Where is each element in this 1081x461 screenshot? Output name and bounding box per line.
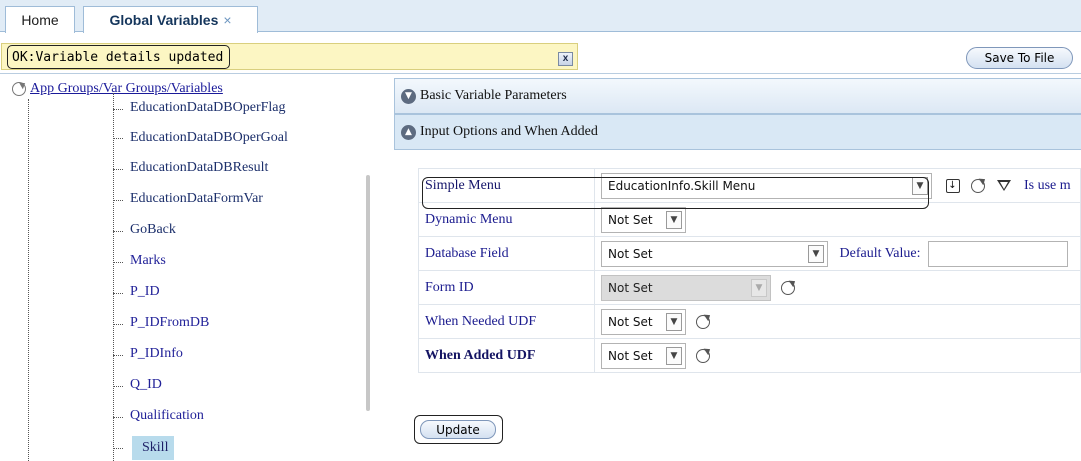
form-row-when-needed-udf: When Needed UDF Not Set ▼: [418, 304, 1081, 339]
chevron-down-icon: ▼: [751, 278, 767, 297]
tree-item-p-idinfo[interactable]: P_IDInfo: [130, 343, 183, 365]
tree-root-label[interactable]: App Groups/Var Groups/Variables: [30, 81, 223, 97]
tree-connector: [28, 99, 29, 461]
tree-branch: [113, 355, 123, 356]
form-id-cell: Not Set ▼: [594, 270, 1081, 305]
tab-home[interactable]: Home: [5, 6, 75, 33]
download-icon[interactable]: ↓: [944, 177, 962, 195]
database-field-cell: Not Set ▼ Default Value:: [594, 236, 1081, 271]
simple-menu-cell: EducationInfo.Skill Menu ▼ ↓ Is use m: [594, 168, 1081, 203]
tree-item-p-id[interactable]: P_ID: [130, 281, 160, 303]
tree-branch: [113, 109, 123, 110]
form-row-simple-menu: Simple Menu EducationInfo.Skill Menu ▼ ↓…: [418, 168, 1081, 203]
tree-branch: [113, 200, 123, 201]
tree-branch: [113, 138, 123, 139]
chevron-down-icon: ▼: [808, 244, 824, 263]
tree-branch: [113, 448, 123, 449]
tab-global-variables[interactable]: Global Variables ×: [83, 6, 258, 33]
form-id-label: Form ID: [418, 270, 595, 305]
form-row-when-added-udf: When Added UDF Not Set ▼: [418, 338, 1081, 373]
refresh-icon[interactable]: [969, 177, 987, 195]
input-options-form: Simple Menu EducationInfo.Skill Menu ▼ ↓…: [418, 168, 1081, 373]
when-added-udf-value: Not Set: [608, 348, 653, 363]
tree-branch: [113, 324, 123, 325]
tab-global-variables-label: Global Variables: [109, 12, 219, 28]
when-needed-udf-cell: Not Set ▼: [594, 304, 1081, 339]
chevron-down-icon: ▼: [401, 88, 416, 104]
tree-item-goback[interactable]: GoBack: [130, 219, 176, 241]
form-row-form-id: Form ID Not Set ▼: [418, 270, 1081, 305]
tree-scrollbar[interactable]: [366, 175, 370, 411]
dynamic-menu-label: Dynamic Menu: [418, 202, 595, 237]
tab-close-icon[interactable]: ×: [223, 12, 231, 28]
tree-branch: [113, 417, 123, 418]
chevron-down-icon: ▼: [912, 176, 928, 195]
simple-menu-help: Is use m: [1024, 177, 1071, 193]
database-field-value: Not Set: [608, 246, 653, 261]
chevron-down-icon: ▼: [666, 346, 682, 365]
dynamic-menu-cell: Not Set ▼: [594, 202, 1081, 237]
chevron-up-icon: ▲: [401, 124, 416, 140]
basic-variable-parameters-title: Basic Variable Parameters: [420, 88, 567, 103]
update-highlight: Update: [414, 415, 503, 444]
form-row-database-field: Database Field Not Set ▼ Default Value:: [418, 236, 1081, 271]
tree-root[interactable]: App Groups/Var Groups/Variables: [12, 81, 223, 97]
form-id-value: Not Set: [608, 280, 653, 295]
input-options-title: Input Options and When Added: [420, 124, 598, 139]
status-close-icon[interactable]: x: [558, 52, 573, 66]
tab-home-label: Home: [21, 12, 59, 28]
tree-item-p-idfromdb[interactable]: P_IDFromDB: [130, 312, 209, 334]
chevron-down-icon: ▼: [666, 312, 682, 331]
tree-connector: [113, 93, 114, 461]
tree-branch: [113, 293, 123, 294]
tree-item-skill[interactable]: Skill: [132, 436, 175, 460]
tree-branch: [113, 386, 123, 387]
refresh-icon[interactable]: [694, 313, 712, 331]
tree-item-qualification[interactable]: Qualification: [130, 405, 204, 427]
database-field-label: Database Field: [418, 236, 595, 271]
chevron-down-icon: ▼: [666, 210, 682, 229]
default-value-label: Default Value:: [839, 245, 921, 261]
input-options-header[interactable]: ▲ Input Options and When Added: [394, 114, 1081, 150]
dynamic-menu-select[interactable]: Not Set ▼: [601, 206, 686, 233]
tree-branch: [113, 169, 123, 170]
refresh-icon[interactable]: [694, 347, 712, 365]
when-added-udf-label: When Added UDF: [418, 338, 595, 373]
simple-menu-value: EducationInfo.Skill Menu: [608, 178, 756, 193]
tree-item-educationdatadbresult[interactable]: EducationDataDBResult: [130, 157, 268, 179]
dynamic-menu-value: Not Set: [608, 212, 653, 227]
when-added-udf-select[interactable]: Not Set ▼: [601, 342, 686, 369]
update-button[interactable]: Update: [420, 420, 496, 439]
database-field-select[interactable]: Not Set ▼: [601, 240, 828, 267]
tab-bar: Home Global Variables ×: [0, 0, 1081, 33]
form-id-select: Not Set ▼: [601, 274, 771, 301]
tree-branch: [113, 262, 123, 263]
when-needed-udf-value: Not Set: [608, 314, 653, 329]
status-message-bar: OK:Variable details updated x: [1, 43, 578, 70]
tree-branch: [113, 231, 123, 232]
simple-menu-select[interactable]: EducationInfo.Skill Menu ▼: [601, 172, 932, 199]
refresh-icon[interactable]: [12, 82, 26, 96]
tree-item-educationdatadboperflag[interactable]: EducationDataDBOperFlag: [130, 97, 286, 119]
default-value-input[interactable]: [928, 240, 1068, 267]
tree-item-q-id[interactable]: Q_ID: [130, 374, 162, 396]
when-needed-udf-select[interactable]: Not Set ▼: [601, 308, 686, 335]
tree-item-educationdatadbopergoal[interactable]: EducationDataDBOperGoal: [130, 127, 288, 149]
toolbar: OK:Variable details updated x Save To Fi…: [0, 33, 1081, 74]
when-added-udf-cell: Not Set ▼: [594, 338, 1081, 373]
tree-item-marks[interactable]: Marks: [130, 250, 166, 272]
when-needed-udf-label: When Needed UDF: [418, 304, 595, 339]
save-to-file-button[interactable]: Save To File: [966, 47, 1073, 69]
form-row-dynamic-menu: Dynamic Menu Not Set ▼: [418, 202, 1081, 237]
basic-variable-parameters-header[interactable]: ▼ Basic Variable Parameters: [394, 78, 1081, 114]
simple-menu-label: Simple Menu: [418, 168, 595, 203]
refresh-icon[interactable]: [779, 279, 797, 297]
variable-tree: App Groups/Var Groups/Variables Educatio…: [0, 75, 380, 461]
filter-icon[interactable]: [995, 177, 1013, 195]
status-message: OK:Variable details updated: [7, 45, 231, 69]
tree-item-educationdataformvar[interactable]: EducationDataFormVar: [130, 188, 263, 210]
